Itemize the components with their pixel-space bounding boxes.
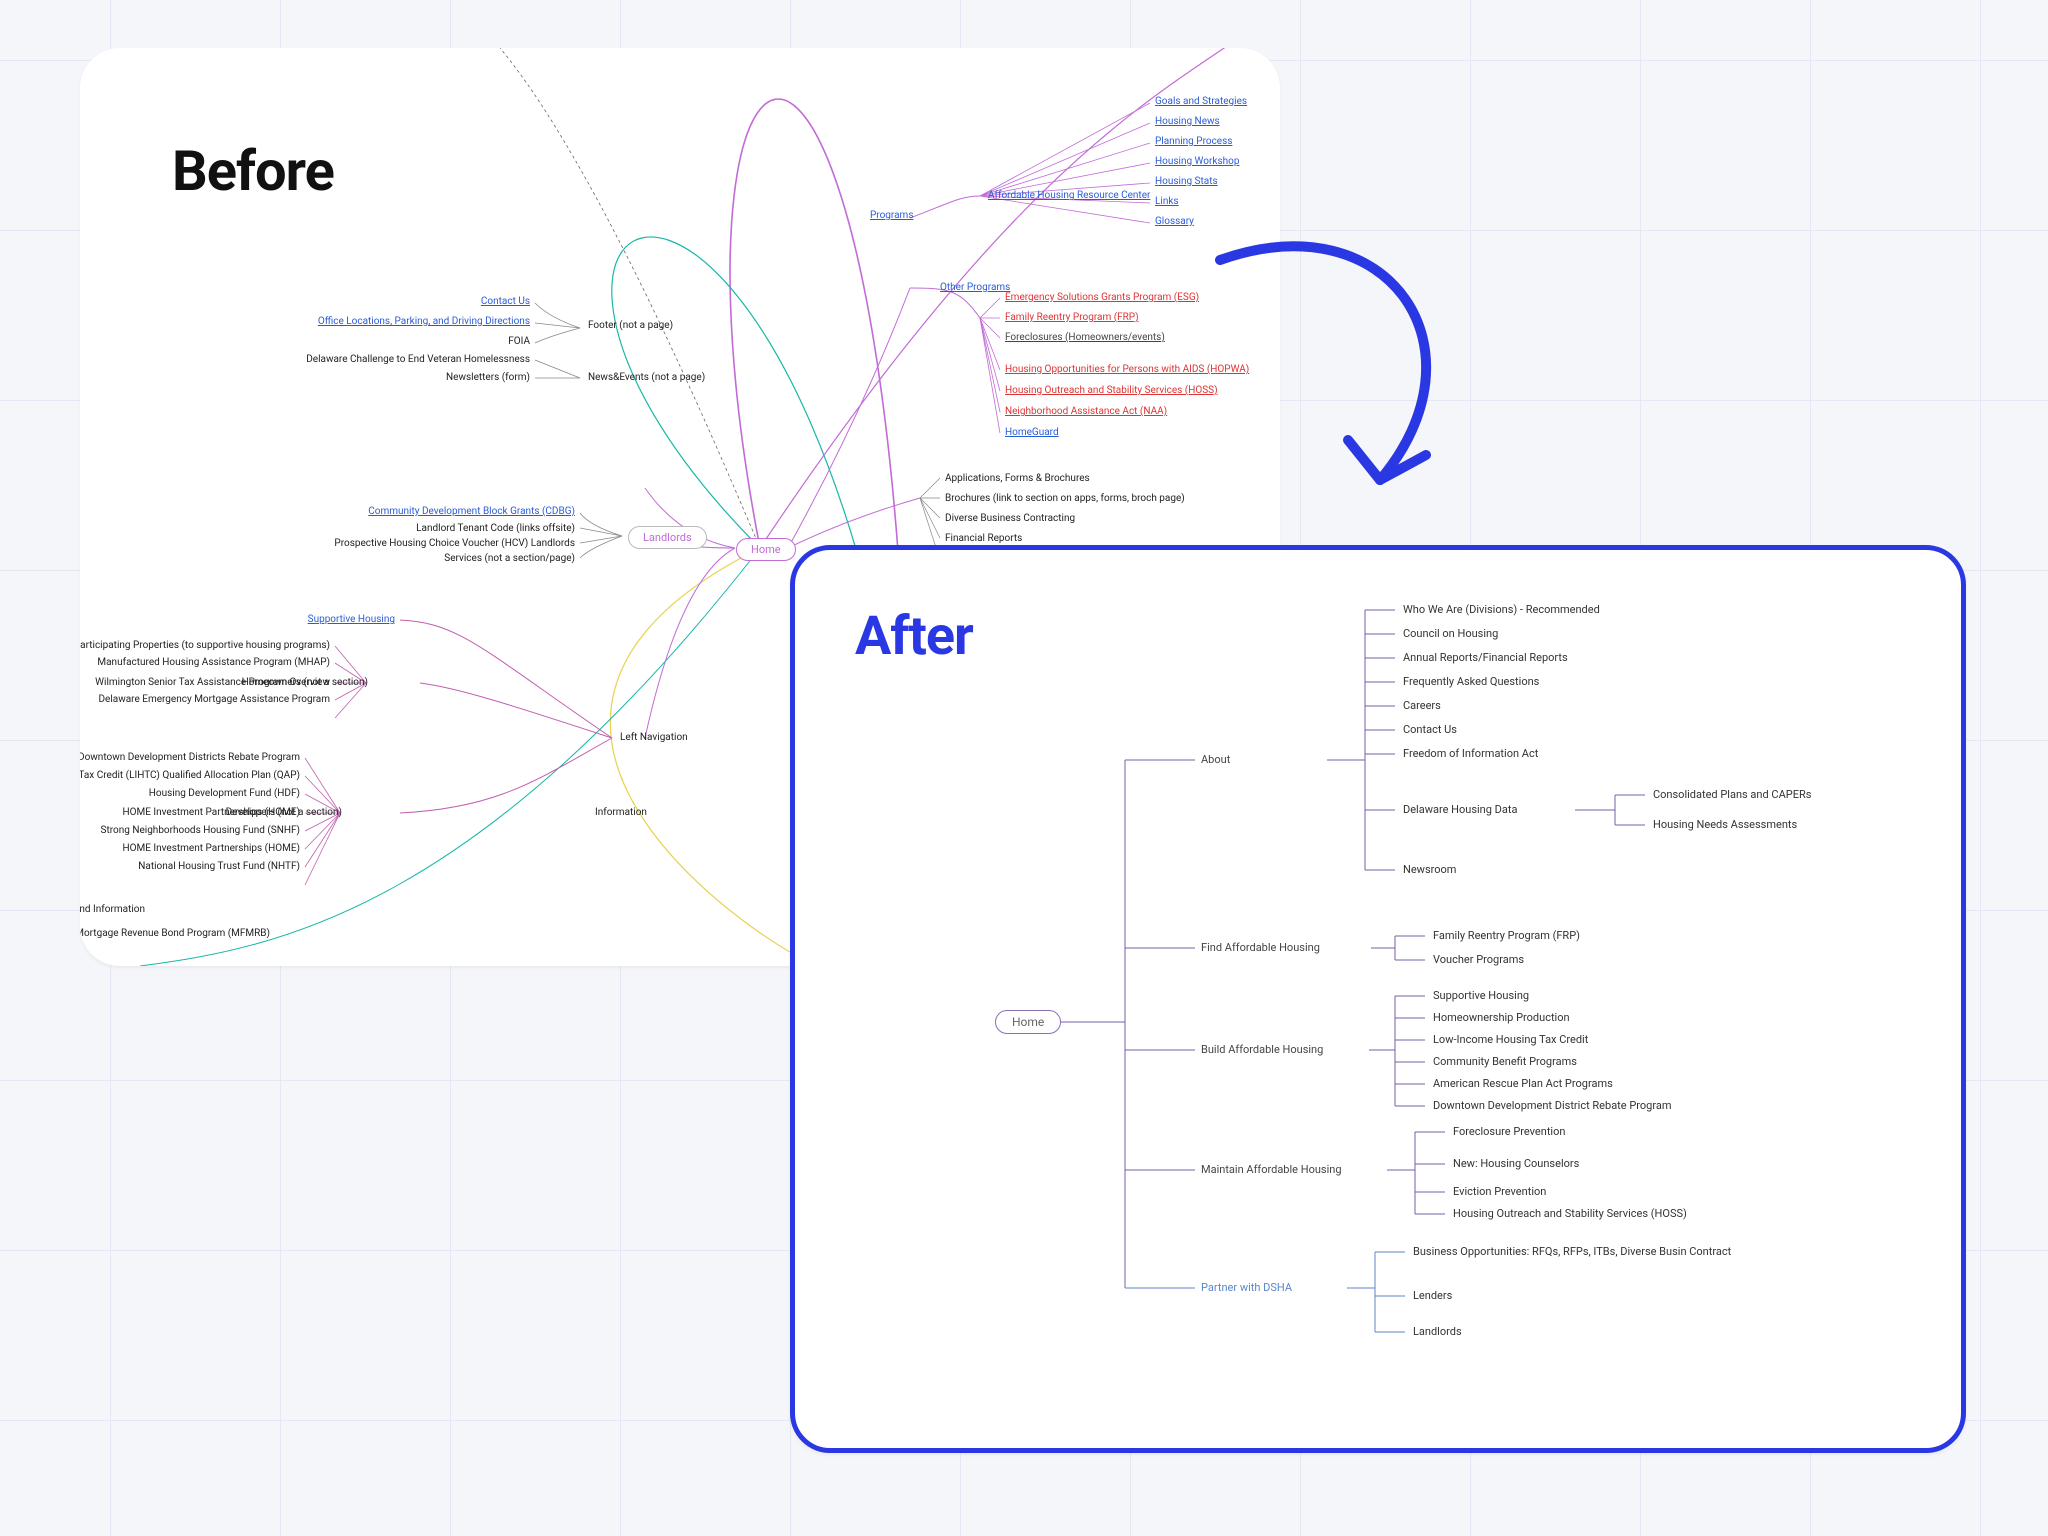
landlords-item: Prospective Housing Choice Voucher (HCV)… bbox=[334, 538, 575, 549]
section-find: Find Affordable Housing bbox=[1201, 941, 1320, 954]
transition-arrow bbox=[1190, 230, 1510, 490]
section-build: Build Affordable Housing bbox=[1201, 1043, 1323, 1056]
ahrc-item[interactable]: Housing Workshop bbox=[1155, 156, 1239, 167]
bottom-item: Final Funding Round Information bbox=[80, 904, 145, 915]
homeowners-item: Wilmington Senior Tax Assistance Program… bbox=[95, 677, 330, 688]
leftnav-label: Left Navigation bbox=[620, 732, 688, 743]
other-programs-label[interactable]: Other Programs bbox=[940, 282, 1010, 293]
about-item: Careers bbox=[1403, 699, 1441, 712]
developers-item: Housing Development Fund (HDF) bbox=[149, 788, 300, 799]
find-item: Voucher Programs bbox=[1433, 953, 1524, 966]
after-sitemap-svg bbox=[795, 550, 1966, 1453]
about-item: Freedom of Information Act bbox=[1403, 747, 1538, 760]
homeowners-item: Participating Properties (to supportive … bbox=[80, 640, 330, 651]
landlords-item: Landlord Tenant Code (links offsite) bbox=[416, 523, 575, 534]
ahrc-item[interactable]: Links bbox=[1155, 196, 1179, 207]
build-item: Homeownership Production bbox=[1433, 1011, 1570, 1024]
ahrc-item[interactable]: Housing News bbox=[1155, 116, 1220, 127]
partner-item: Landlords bbox=[1413, 1325, 1462, 1338]
about-item: Who We Are (Divisions) - Recommended bbox=[1403, 603, 1600, 616]
other-item[interactable]: Family Reentry Program (FRP) bbox=[1005, 312, 1139, 323]
build-item: Downtown Development District Rebate Pro… bbox=[1433, 1099, 1672, 1112]
info-item: Diverse Business Contracting bbox=[945, 513, 1075, 524]
build-item: Community Benefit Programs bbox=[1433, 1055, 1577, 1068]
build-item: American Rescue Plan Act Programs bbox=[1433, 1077, 1613, 1090]
info-item: Applications, Forms & Brochures bbox=[945, 473, 1090, 484]
about-sub-item: Housing Needs Assessments bbox=[1653, 818, 1797, 831]
footer-item[interactable]: Contact Us bbox=[481, 296, 530, 307]
find-item: Family Reentry Program (FRP) bbox=[1433, 929, 1580, 942]
ahrc-item[interactable]: Housing Stats bbox=[1155, 176, 1218, 187]
about-item: Contact Us bbox=[1403, 723, 1457, 736]
after-panel: After bbox=[790, 545, 1966, 1453]
section-about: About bbox=[1201, 753, 1230, 766]
before-home-node: Home bbox=[736, 538, 796, 561]
developers-item: HOME Investment Partnerships (HOME) bbox=[122, 807, 300, 818]
maintain-item: Eviction Prevention bbox=[1453, 1185, 1546, 1198]
other-item[interactable]: HomeGuard bbox=[1005, 427, 1059, 438]
news-item: Delaware Challenge to End Veteran Homele… bbox=[306, 354, 530, 365]
footer-label: Footer (not a page) bbox=[588, 320, 673, 331]
build-item: Low-Income Housing Tax Credit bbox=[1433, 1033, 1588, 1046]
partner-item: Lenders bbox=[1413, 1289, 1452, 1302]
section-partner: Partner with DSHA bbox=[1201, 1281, 1292, 1294]
other-item[interactable]: Neighborhood Assistance Act (NAA) bbox=[1005, 406, 1167, 417]
ahrc-item[interactable]: Glossary bbox=[1155, 216, 1194, 227]
footer-item: FOIA bbox=[508, 336, 530, 347]
developers-item: Downtown Development Districts Rebate Pr… bbox=[80, 752, 300, 763]
ahrc-item[interactable]: Goals and Strategies bbox=[1155, 96, 1247, 107]
homeowners-item: Delaware Emergency Mortgage Assistance P… bbox=[98, 694, 330, 705]
news-item: Newsletters (form) bbox=[446, 372, 530, 383]
landlords-node: Landlords bbox=[628, 526, 707, 549]
maintain-item: Housing Outreach and Stability Services … bbox=[1453, 1207, 1687, 1220]
about-item: Council on Housing bbox=[1403, 627, 1498, 640]
developers-item: HOME Investment Partnerships (HOME) bbox=[122, 843, 300, 854]
partner-item: Business Opportunities: RFQs, RFPs, ITBs… bbox=[1413, 1245, 1731, 1258]
landlords-item[interactable]: Community Development Block Grants (CDBG… bbox=[368, 506, 575, 517]
other-item[interactable]: Housing Outreach and Stability Services … bbox=[1005, 385, 1218, 396]
info-item: Brochures (link to section on apps, form… bbox=[945, 493, 1185, 504]
developers-item: Low Income Housing Tax Credit (LIHTC) Qu… bbox=[80, 770, 300, 781]
bottom-item: Multi-Family Mortgage Revenue Bond Progr… bbox=[80, 928, 270, 939]
build-item: Supportive Housing bbox=[1433, 989, 1529, 1002]
info-item: Financial Reports bbox=[945, 533, 1022, 544]
other-item[interactable]: Emergency Solutions Grants Program (ESG) bbox=[1005, 292, 1199, 303]
about-item: Annual Reports/Financial Reports bbox=[1403, 651, 1568, 664]
other-item[interactable]: Foreclosures (Homeowners/events) bbox=[1005, 332, 1165, 343]
landlords-item: Services (not a section/page) bbox=[444, 553, 575, 564]
footer-item[interactable]: Office Locations, Parking, and Driving D… bbox=[318, 316, 530, 327]
about-sub: Delaware Housing Data bbox=[1403, 803, 1517, 816]
about-item: Frequently Asked Questions bbox=[1403, 675, 1539, 688]
programs-label[interactable]: Programs bbox=[870, 210, 913, 221]
homeowners-item: Manufactured Housing Assistance Program … bbox=[97, 657, 330, 668]
supportive-link[interactable]: Supportive Housing bbox=[308, 614, 395, 625]
maintain-item: New: Housing Counselors bbox=[1453, 1157, 1579, 1170]
developers-item: National Housing Trust Fund (NHTF) bbox=[138, 861, 300, 872]
maintain-item: Foreclosure Prevention bbox=[1453, 1125, 1565, 1138]
news-label: News&Events (not a page) bbox=[588, 372, 705, 383]
about-tail: Newsroom bbox=[1403, 863, 1456, 876]
section-maintain: Maintain Affordable Housing bbox=[1201, 1163, 1342, 1176]
about-sub-item: Consolidated Plans and CAPERs bbox=[1653, 788, 1811, 801]
ahrc-label[interactable]: Affordable Housing Resource Center bbox=[988, 190, 1150, 201]
after-home-node: Home bbox=[995, 1010, 1061, 1034]
ahrc-item[interactable]: Planning Process bbox=[1155, 136, 1232, 147]
developers-item: Strong Neighborhoods Housing Fund (SNHF) bbox=[101, 825, 301, 836]
information-label: Information bbox=[595, 807, 647, 818]
